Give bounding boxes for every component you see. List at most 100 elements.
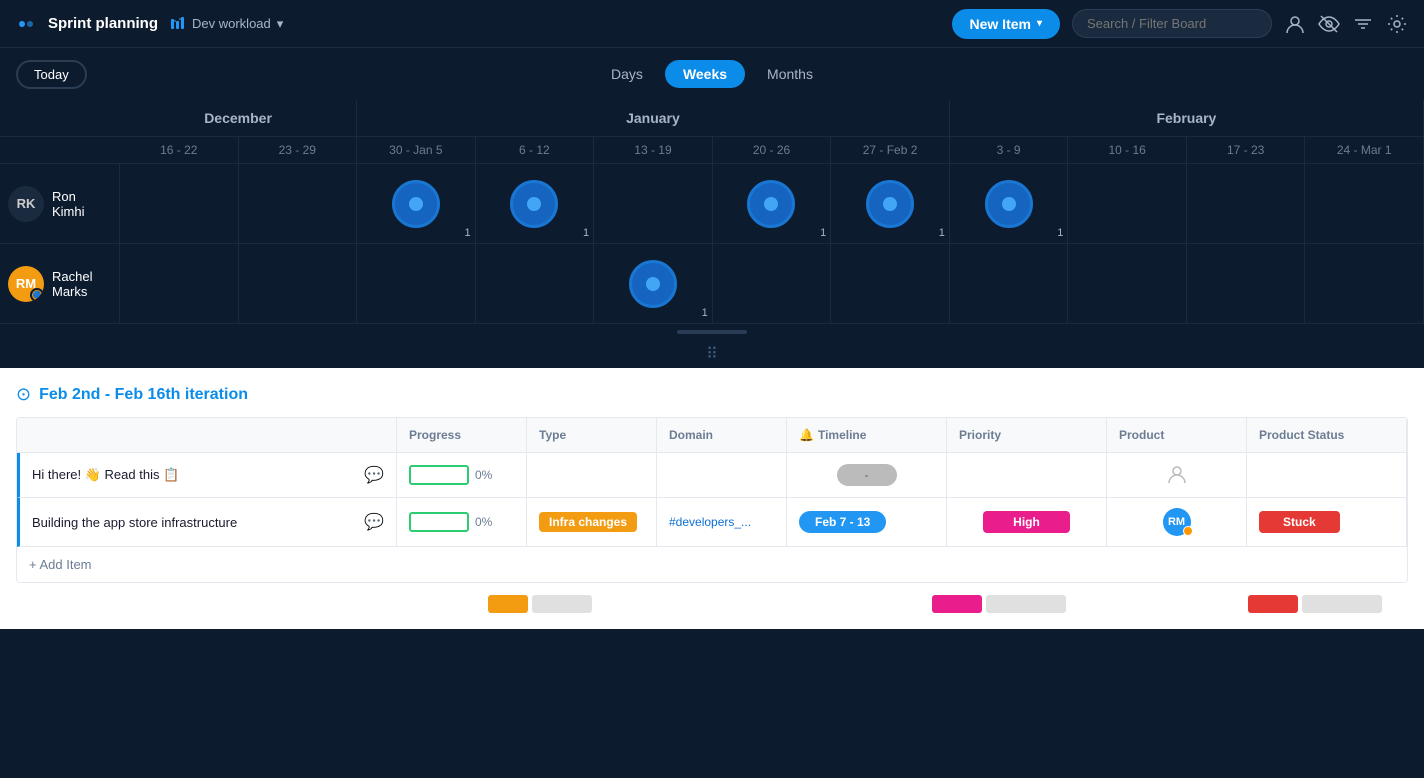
task-bubble[interactable] — [510, 180, 558, 228]
row1-progress-bar — [409, 465, 469, 485]
week-6: 20 - 26 — [713, 137, 832, 163]
row2-type: Infra changes — [527, 498, 657, 547]
settings-icon-button[interactable] — [1386, 13, 1408, 35]
week-header-row: 16 - 22 23 - 29 30 - Jan 5 6 - 12 13 - 1… — [0, 137, 1424, 164]
bubble-dot — [883, 197, 897, 211]
ron-week-3[interactable]: 1 — [357, 164, 476, 243]
week-spacer — [0, 137, 120, 163]
legend-priority-rest — [986, 595, 1066, 613]
task-count: 1 — [702, 307, 708, 319]
legend-bar — [16, 595, 1408, 613]
new-item-button[interactable]: New Item ▾ — [952, 9, 1061, 39]
dropdown-arrow-icon: ▾ — [1037, 18, 1042, 29]
ron-week-10 — [1187, 164, 1306, 243]
view-bar: Today Days Weeks Months — [0, 48, 1424, 100]
row2-domain: #developers_... — [657, 498, 787, 547]
ron-week-4[interactable]: 1 — [476, 164, 595, 243]
avatar-initials-ron: RK — [17, 196, 36, 211]
add-item-row[interactable]: + Add Item — [17, 547, 1407, 582]
iteration-header: ⊙ Feb 2nd - Feb 16th iteration — [16, 384, 1408, 405]
row2-product: RM — [1107, 498, 1247, 547]
legend-type — [488, 595, 618, 613]
week-11: 24 - Mar 1 — [1305, 137, 1424, 163]
avatar-ron: RK — [8, 186, 44, 222]
nav-left: Sprint planning Dev workload ▾ — [16, 14, 283, 34]
bubble-dot — [527, 197, 541, 211]
ron-week-8[interactable]: 1 — [950, 164, 1069, 243]
month-header-row: December January February — [0, 100, 1424, 137]
add-item-label: + Add Item — [29, 557, 92, 572]
week-5: 13 - 19 — [594, 137, 713, 163]
task-count: 1 — [939, 227, 945, 239]
search-input[interactable] — [1072, 9, 1272, 38]
week-7: 27 - Feb 2 — [831, 137, 950, 163]
task-bubble-rachel[interactable] — [629, 260, 677, 308]
workload-button[interactable]: Dev workload ▾ — [170, 16, 283, 32]
month-december: December — [120, 100, 357, 136]
scroll-indicator — [0, 324, 1424, 340]
bubble-dot — [646, 277, 660, 291]
drag-dots-icon[interactable]: ⠿ — [706, 344, 718, 364]
rachel-week-11 — [1305, 244, 1424, 323]
filter-icon-button[interactable] — [1352, 13, 1374, 35]
eye-icon-button[interactable] — [1318, 13, 1340, 35]
row2-timeline: Feb 7 - 13 — [787, 498, 947, 547]
brand-icon — [16, 14, 36, 34]
row2-priority: High — [947, 498, 1107, 547]
task-bubble[interactable] — [392, 180, 440, 228]
user-icon-button[interactable] — [1284, 13, 1306, 35]
task-count: 1 — [820, 227, 826, 239]
notification-indicator: 🔵 — [30, 288, 44, 302]
scrollbar-thumb[interactable] — [677, 330, 747, 334]
legend-type-fill — [488, 595, 528, 613]
person-row-ron: RK Ron Kimhi 1 1 1 — [0, 164, 1424, 244]
days-tab[interactable]: Days — [593, 60, 661, 88]
iteration-title: Feb 2nd - Feb 16th iteration — [39, 386, 248, 404]
chevron-down-icon: ▾ — [277, 16, 284, 32]
person-name-rachel: Rachel Marks — [52, 269, 111, 299]
week-9: 10 - 16 — [1068, 137, 1187, 163]
rachel-week-4 — [476, 244, 595, 323]
week-8: 3 - 9 — [950, 137, 1069, 163]
timeline-badge: Feb 7 - 13 — [799, 511, 886, 533]
week-4: 6 - 12 — [476, 137, 595, 163]
weeks-tab[interactable]: Weeks — [665, 60, 745, 88]
legend-spacer — [16, 595, 342, 613]
chat-icon[interactable]: 💬 — [364, 512, 384, 532]
domain-tag: #developers_... — [669, 515, 751, 529]
top-nav: Sprint planning Dev workload ▾ New Item … — [0, 0, 1424, 48]
ron-week-7[interactable]: 1 — [831, 164, 950, 243]
ron-week-6[interactable]: 1 — [713, 164, 832, 243]
rachel-week-2 — [239, 244, 358, 323]
row1-progress: 0% — [397, 453, 527, 498]
legend-progress — [350, 595, 480, 613]
status-badge: Stuck — [1259, 511, 1340, 533]
week-3: 30 - Jan 5 — [357, 137, 476, 163]
rachel-week-8 — [950, 244, 1069, 323]
legend-status-rest — [1302, 595, 1382, 613]
person-cell-ron: RK Ron Kimhi — [0, 164, 120, 243]
assignee-avatar: RM — [1163, 508, 1191, 536]
row2-name-text: Building the app store infrastructure — [32, 515, 237, 530]
col-product-status: Product Status — [1247, 418, 1407, 453]
row1-name: Hi there! 👋 Read this 📋 💬 — [17, 453, 397, 498]
row1-timeline-badge: - — [837, 464, 897, 486]
chat-icon-disabled[interactable]: 💬 — [364, 465, 384, 485]
type-badge: Infra changes — [539, 512, 637, 532]
row2-product-status: Stuck — [1247, 498, 1407, 547]
task-bubble[interactable] — [866, 180, 914, 228]
row1-product — [1107, 453, 1247, 498]
col-name — [17, 418, 397, 453]
today-button[interactable]: Today — [16, 60, 87, 89]
week-1: 16 - 22 — [120, 137, 239, 163]
rachel-week-7 — [831, 244, 950, 323]
months-tab[interactable]: Months — [749, 60, 831, 88]
col-domain: Domain — [657, 418, 787, 453]
task-bubble[interactable] — [985, 180, 1033, 228]
task-bubble[interactable] — [747, 180, 795, 228]
ron-week-9 — [1068, 164, 1187, 243]
workload-label: Dev workload — [192, 16, 271, 31]
rachel-week-5[interactable]: 1 — [594, 244, 713, 323]
col-timeline: 🔔 Timeline — [787, 418, 947, 453]
legend-priority — [932, 595, 1092, 613]
